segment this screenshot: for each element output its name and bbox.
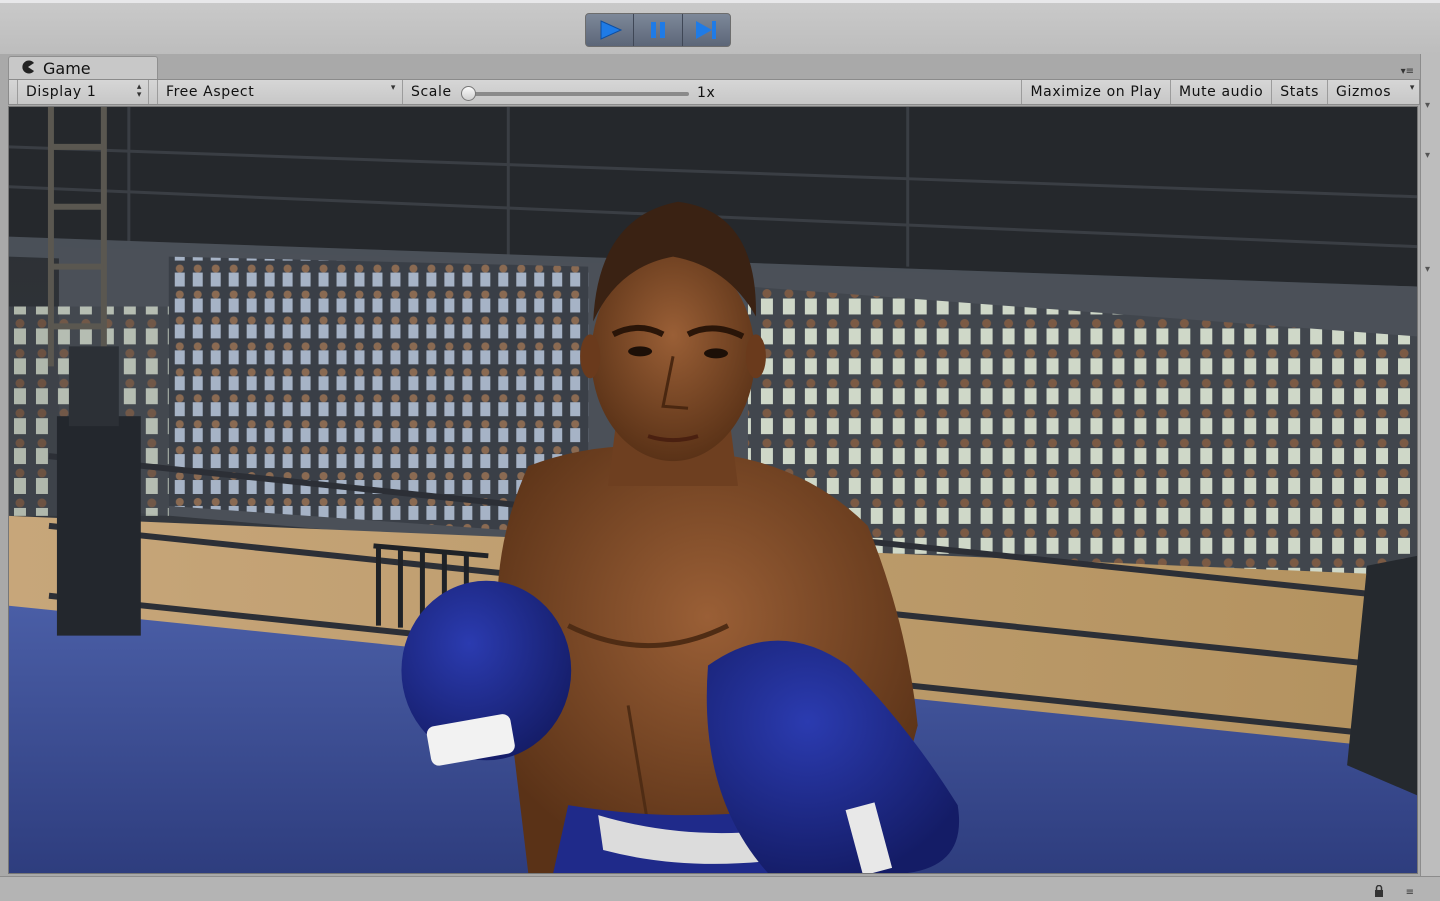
tab-game[interactable]: Game bbox=[8, 56, 158, 80]
maximize-on-play-label: Maximize on Play bbox=[1030, 84, 1162, 100]
play-controls bbox=[585, 13, 731, 47]
scale-label: Scale bbox=[411, 84, 452, 100]
chevron-down-icon: ▾ bbox=[1425, 264, 1431, 275]
scale-slider-thumb[interactable] bbox=[461, 86, 476, 101]
lock-icon[interactable] bbox=[1374, 884, 1384, 897]
step-button[interactable] bbox=[682, 14, 730, 46]
mute-audio-label: Mute audio bbox=[1178, 84, 1264, 100]
pause-button[interactable] bbox=[634, 14, 683, 46]
play-button[interactable] bbox=[586, 14, 635, 46]
scale-value: 1x bbox=[697, 85, 716, 101]
game-viewport[interactable] bbox=[8, 106, 1418, 874]
display-select[interactable]: Display 1 ▴ ▾ bbox=[17, 80, 149, 104]
play-toolbar bbox=[0, 0, 1440, 54]
status-bar: ≡ bbox=[0, 876, 1440, 901]
pause-icon bbox=[647, 19, 669, 41]
tab-label: Game bbox=[43, 59, 91, 78]
step-icon bbox=[693, 19, 719, 41]
stats-toggle[interactable]: Stats bbox=[1271, 80, 1327, 104]
pacman-icon bbox=[21, 60, 35, 78]
maximize-on-play-toggle[interactable]: Maximize on Play bbox=[1021, 80, 1169, 104]
chevron-down-icon: ▾ bbox=[390, 83, 396, 93]
chevron-down-icon: ▾ bbox=[1425, 100, 1431, 111]
tab-menu-icon[interactable]: ▾≡ bbox=[1401, 66, 1414, 77]
tab-row: Game ▾≡ bbox=[0, 54, 1440, 80]
mute-audio-toggle[interactable]: Mute audio bbox=[1169, 80, 1271, 104]
chevron-down-icon: ▾ bbox=[1409, 83, 1415, 93]
right-panel-strip: ▾ ▾ ▾ bbox=[1420, 54, 1440, 876]
aspect-select[interactable]: Free Aspect ▾ bbox=[157, 80, 403, 104]
gizmos-label: Gizmos bbox=[1336, 84, 1392, 100]
play-icon bbox=[597, 19, 623, 41]
scale-group: Scale 1x bbox=[403, 80, 715, 104]
updown-arrows-icon: ▴ ▾ bbox=[136, 82, 142, 100]
game-scene bbox=[9, 107, 1417, 873]
display-select-label: Display 1 bbox=[26, 84, 97, 100]
aspect-select-label: Free Aspect bbox=[166, 84, 255, 100]
game-toolbar: Display 1 ▴ ▾ Free Aspect ▾ Scale 1x Maxi… bbox=[8, 79, 1420, 105]
scale-slider-track[interactable] bbox=[469, 92, 689, 96]
stats-label: Stats bbox=[1280, 84, 1319, 100]
chevron-down-icon: ▾ bbox=[1425, 150, 1431, 161]
gizmos-dropdown[interactable]: Gizmos ▾ bbox=[1327, 80, 1419, 104]
menu-icon[interactable]: ≡ bbox=[1406, 887, 1414, 898]
